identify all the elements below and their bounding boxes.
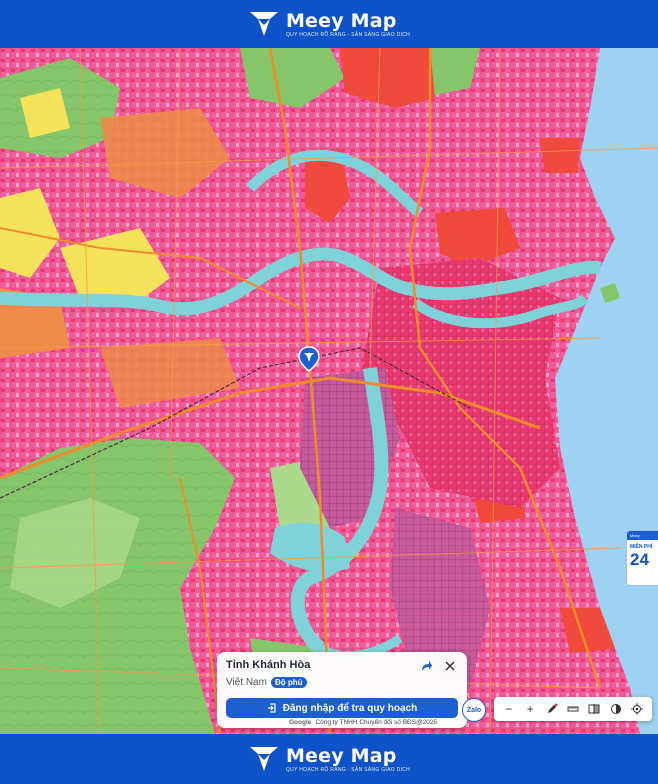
- location-info-card: Tỉnh Khánh Hòa Việt Nam Độ phủ Đăng nhập…: [217, 652, 467, 728]
- locate-icon[interactable]: [630, 702, 644, 716]
- card-actions: [419, 659, 457, 673]
- promo-widget[interactable]: Meey MIỄN PHÍ 24: [626, 530, 658, 586]
- zoom-out-icon[interactable]: −: [502, 702, 516, 716]
- app-frame: Meey Map QUY HOẠCH RÕ RÀNG - SẴN SÀNG GI…: [0, 0, 658, 784]
- brand: Meey Map QUY HOẠCH RÕ RÀNG - SẴN SÀNG GI…: [248, 9, 410, 39]
- ruler-icon[interactable]: [566, 702, 580, 716]
- brand-tagline-footer: QUY HOẠCH RÕ RÀNG - SẴN SÀNG GIAO DỊCH: [285, 766, 411, 773]
- brand-footer: Meey Map QUY HOẠCH RÕ RÀNG - SẴN SÀNG GI…: [248, 744, 410, 774]
- brand-tagline: QUY HOẠCH RÕ RÀNG - SẴN SÀNG GIAO DỊCH: [285, 31, 411, 38]
- map-attribution: Google Công ty TNHH Chuyển đổi số BĐS@20…: [286, 718, 441, 727]
- compare-icon[interactable]: [587, 702, 601, 716]
- google-attribution: Google: [289, 719, 312, 726]
- location-subtitle: Việt Nam Độ phủ: [226, 677, 458, 688]
- close-icon[interactable]: [443, 659, 457, 673]
- zoom-in-icon[interactable]: +: [523, 702, 537, 716]
- place-label: ·: [196, 172, 198, 178]
- layers-icon[interactable]: [609, 702, 623, 716]
- map-toolbar: − +: [494, 697, 652, 721]
- country-label: Việt Nam: [226, 677, 267, 688]
- coverage-badge[interactable]: Độ phủ: [270, 677, 307, 688]
- map-pin-icon[interactable]: [298, 346, 320, 372]
- promo-subtitle: MIỄN PHÍ: [630, 544, 653, 550]
- brand-name-footer: Meey Map: [285, 744, 397, 767]
- copyright-text: Công ty TNHH Chuyển đổi số BĐS@2025: [315, 719, 438, 726]
- map-canvas[interactable]: [0, 48, 658, 734]
- share-icon[interactable]: [419, 659, 433, 673]
- top-brand-bar: Meey Map QUY HOẠCH RÕ RÀNG - SẴN SÀNG GI…: [0, 0, 658, 48]
- login-icon: [267, 703, 276, 713]
- login-button-label: Đăng nhập để tra quy hoạch: [282, 702, 418, 714]
- draw-icon[interactable]: [545, 702, 559, 716]
- bottom-brand-bar: Meey Map QUY HOẠCH RÕ RÀNG - SẴN SÀNG GI…: [0, 734, 658, 784]
- planning-map[interactable]: · Meey MIỄN PHÍ 24: [0, 48, 658, 734]
- promo-head: Meey: [627, 531, 658, 540]
- meey-logo-icon: [249, 12, 278, 36]
- login-to-search-button[interactable]: Đăng nhập để tra quy hoạch: [226, 698, 458, 718]
- brand-name: Meey Map: [285, 9, 397, 32]
- promo-number: 24: [630, 550, 649, 569]
- red-zone-ne: [540, 138, 580, 173]
- meey-logo-icon: [249, 747, 278, 771]
- zalo-chat-button[interactable]: Zalo: [462, 698, 486, 722]
